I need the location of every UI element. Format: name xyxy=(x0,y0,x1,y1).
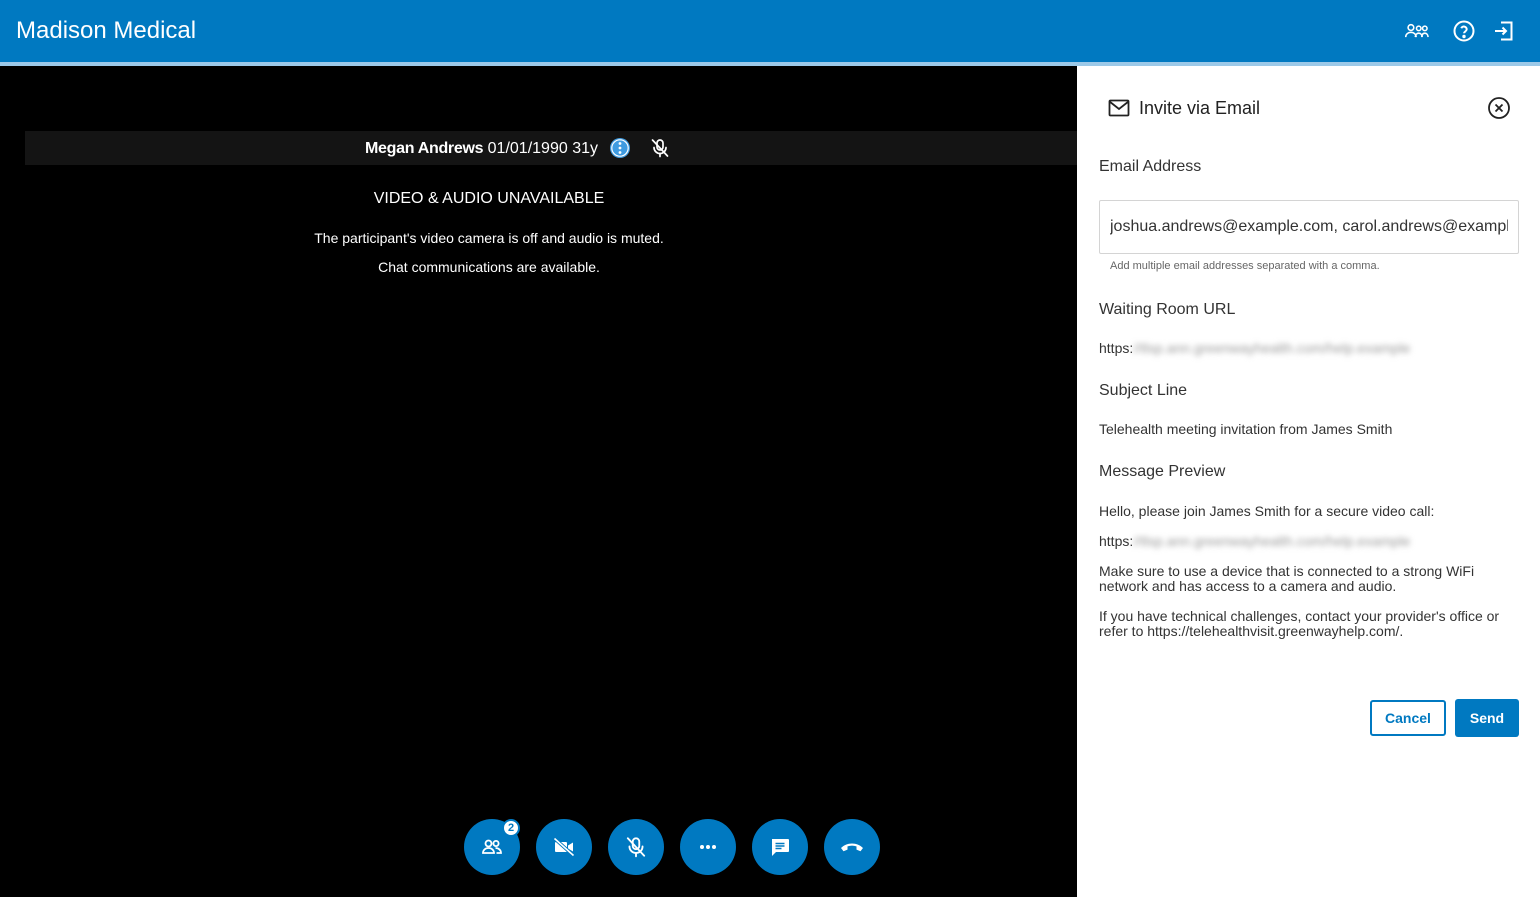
app-header: Madison Medical xyxy=(0,0,1540,62)
participant-dob: 01/01/1990 xyxy=(487,140,568,157)
app-title: Madison Medical xyxy=(16,17,197,44)
video-unavailable-title: VIDEO & AUDIO UNAVAILABLE xyxy=(373,190,605,207)
more-options-button[interactable] xyxy=(680,819,736,875)
preview-url-blurred: //tlsp.ann.greenwayhealth.com/help.examp… xyxy=(1133,533,1411,549)
chat-button[interactable] xyxy=(752,819,808,875)
close-icon[interactable] xyxy=(1487,96,1511,120)
video-toggle-button[interactable] xyxy=(536,819,592,875)
panel-title: Invite via Email xyxy=(1139,98,1261,118)
cancel-button[interactable]: Cancel xyxy=(1370,700,1446,736)
preview-paragraph-help: If you have technical challenges, contac… xyxy=(1099,608,1500,639)
chat-available-message: Chat communications are available. xyxy=(378,259,600,275)
help-icon[interactable] xyxy=(1451,18,1477,44)
mail-icon xyxy=(1107,96,1131,120)
participant-mic-off-icon xyxy=(649,137,671,159)
people-icon xyxy=(482,839,502,854)
participant-name: Megan Andrews xyxy=(365,140,484,157)
preview-paragraph-device: Make sure to use a device that is connec… xyxy=(1099,563,1475,594)
video-area: Megan Andrews 01/01/1990 31y VIDEO & AUD… xyxy=(0,66,1077,897)
waiting-room-url: https://tlsp.ann.greenwayhealth.com/help… xyxy=(1099,341,1410,356)
participant-info: Megan Andrews 01/01/1990 31y xyxy=(365,140,598,158)
info-icon[interactable] xyxy=(609,137,631,159)
message-preview-label: Message Preview xyxy=(1099,463,1226,480)
participant-count-badge: 2 xyxy=(502,819,520,837)
mic-off-icon xyxy=(626,837,646,858)
more-icon xyxy=(700,845,716,849)
hang-up-icon xyxy=(841,843,863,852)
waiting-room-url-label: Waiting Room URL xyxy=(1099,301,1236,318)
hang-up-button[interactable] xyxy=(824,819,880,875)
chat-icon xyxy=(772,839,789,856)
logout-icon[interactable] xyxy=(1491,18,1517,44)
preview-url: https://tlsp.ann.greenwayhealth.com/help… xyxy=(1099,534,1519,549)
send-button[interactable]: Send xyxy=(1455,699,1519,737)
video-off-icon xyxy=(553,837,575,857)
email-address-label: Email Address xyxy=(1099,158,1202,175)
participant-name-bar: Megan Andrews 01/01/1990 31y xyxy=(25,131,1077,165)
mic-toggle-button[interactable] xyxy=(608,819,664,875)
email-hint: Add multiple email addresses separated w… xyxy=(1110,260,1380,272)
video-unavailable-message: The participant's video camera is off an… xyxy=(314,230,664,246)
invite-email-panel: Invite via Email Email Address Add multi… xyxy=(1077,66,1540,897)
url-prefix: https: xyxy=(1099,340,1134,356)
subject-line-value: Telehealth meeting invitation from James… xyxy=(1099,421,1393,437)
participant-age: 31y xyxy=(572,140,598,157)
url-blurred: //tlsp.ann.greenwayhealth.com/help.examp… xyxy=(1133,340,1411,356)
preview-url-prefix: https: xyxy=(1099,533,1134,549)
participants-icon[interactable] xyxy=(1404,18,1430,44)
preview-line1: Hello, please join James Smith for a sec… xyxy=(1099,503,1435,519)
subject-line-label: Subject Line xyxy=(1099,382,1188,399)
email-address-input[interactable] xyxy=(1099,200,1519,254)
